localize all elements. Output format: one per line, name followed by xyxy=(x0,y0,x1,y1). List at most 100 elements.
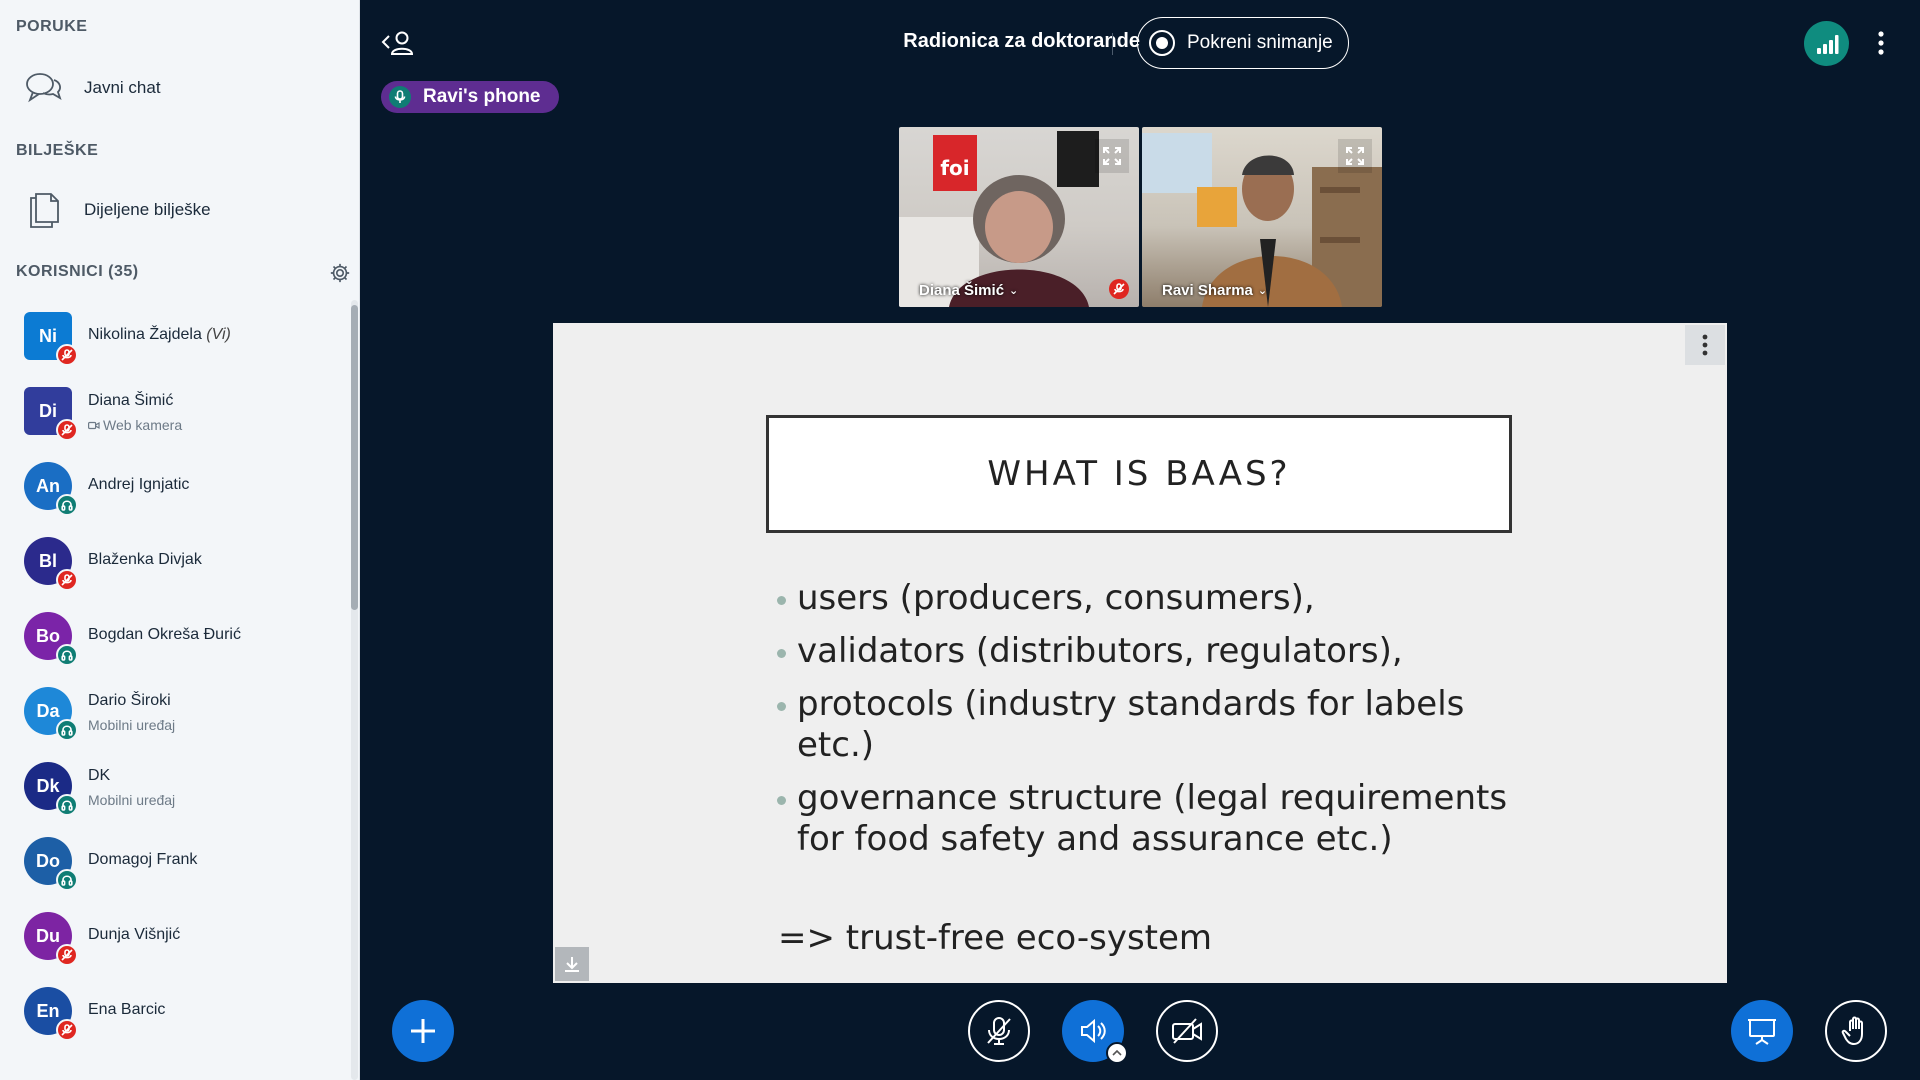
talking-indicator-name: Ravi's phone xyxy=(423,86,541,107)
hand-icon xyxy=(1841,1016,1863,1046)
video-name-ravi-label: Ravi Sharma xyxy=(1162,281,1253,299)
avatar: An xyxy=(24,462,78,516)
avatar: Ni xyxy=(24,312,78,366)
user-name: Dario Široki xyxy=(88,692,171,709)
user-name: Nikolina Žajdela (Vi) xyxy=(88,326,231,343)
avatar-initials: Dk xyxy=(36,775,60,796)
fullscreen-ravi-icon[interactable] xyxy=(1338,139,1372,173)
chevron-down-icon: ⌄ xyxy=(1257,284,1268,297)
user-list-item[interactable]: Du Dunja Višnjić xyxy=(0,900,350,975)
slide-conclusion: => trust-free eco-system xyxy=(778,918,1213,958)
slide-title: WHAT IS BAAS? xyxy=(766,415,1512,533)
avatar-initials: En xyxy=(36,1000,60,1021)
speaker-icon xyxy=(1081,1018,1106,1044)
toggle-userlist-icon[interactable] xyxy=(380,28,416,58)
meeting-title: Radionica za doktorande xyxy=(903,30,1140,52)
user-list-item[interactable]: Ni Nikolina Žajdela (Vi) xyxy=(0,300,350,375)
mute-microphone-button[interactable] xyxy=(968,1000,1030,1062)
avatar: Di xyxy=(24,387,78,441)
talking-indicator[interactable]: Ravi's phone xyxy=(381,81,559,113)
muted-microphone-icon xyxy=(56,1019,78,1041)
fullscreen-diana-icon[interactable] xyxy=(1095,139,1129,173)
user-name: DK xyxy=(88,767,111,784)
video-tile-ravi[interactable]: Ravi Sharma ⌄ xyxy=(1142,127,1382,307)
headphones-icon xyxy=(56,794,78,816)
audio-options-caret-icon[interactable] xyxy=(1106,1042,1128,1064)
video-tile-diana[interactable]: foi Diana Šimić ⌄ xyxy=(899,127,1139,307)
svg-text:foi: foi xyxy=(940,156,969,180)
user-status-text: Mobilni uređaj xyxy=(88,792,176,808)
avatar: En xyxy=(24,987,78,1041)
chevron-down-icon: ⌄ xyxy=(1009,284,1019,297)
avatar-initials: Da xyxy=(36,700,60,721)
camera-off-icon xyxy=(1172,1018,1202,1044)
user-name: Dunja Višnjić xyxy=(88,926,181,943)
sidebar: PORUKE Javni chat BILJEŠKE Dijeljene bil… xyxy=(0,0,360,1080)
headphones-icon xyxy=(56,719,78,741)
microphone-off-icon xyxy=(987,1017,1011,1045)
avatar: Bl xyxy=(24,537,78,591)
user-list-scrollbar-thumb[interactable] xyxy=(351,305,358,610)
options-menu-icon[interactable] xyxy=(1870,25,1892,61)
user-list-item[interactable]: An Andrej Ignjatic xyxy=(0,450,350,525)
actions-plus-button[interactable] xyxy=(392,1000,454,1062)
messages-section-title: PORUKE xyxy=(16,18,88,35)
notes-icon xyxy=(22,188,66,232)
user-name: Diana Šimić xyxy=(88,392,174,409)
user-list-item[interactable]: Do Domagoj Frank xyxy=(0,825,350,900)
share-webcam-button[interactable] xyxy=(1156,1000,1218,1062)
user-list-item[interactable]: Di Diana Šimić Web kamera xyxy=(0,375,350,450)
presentation-options-icon[interactable] xyxy=(1685,325,1725,365)
user-list-item[interactable]: Dk DK Mobilni uređaj xyxy=(0,750,350,825)
user-list-item[interactable]: Bl Blaženka Divjak xyxy=(0,525,350,600)
avatar: Dk xyxy=(24,762,78,816)
muted-microphone-icon xyxy=(56,344,78,366)
record-icon xyxy=(1149,30,1175,56)
muted-microphone-icon xyxy=(56,569,78,591)
user-name: Andrej Ignjatic xyxy=(88,476,190,493)
presentation-area[interactable]: WHAT IS BAAS? users (producers, consumer… xyxy=(553,323,1727,983)
user-name: Bogdan Okreša Đurić xyxy=(88,626,241,643)
slide-bullet: governance structure (legal requirements… xyxy=(775,778,1535,860)
slide-bullet-list: users (producers, consumers), validators… xyxy=(775,578,1535,872)
muted-microphone-icon xyxy=(1109,279,1129,299)
avatar-initials: Di xyxy=(39,400,57,421)
raise-hand-button[interactable] xyxy=(1825,1000,1887,1062)
user-name: Ena Barcic xyxy=(88,1001,166,1018)
users-section-title: KORISNICI (35) xyxy=(16,263,139,280)
avatar-initials: Ni xyxy=(39,325,57,346)
avatar-initials: Bl xyxy=(39,550,57,571)
user-list-item[interactable]: Bo Bogdan Okreša Đurić xyxy=(0,600,350,675)
public-chat-item[interactable]: Javni chat xyxy=(0,58,359,118)
avatar-initials: Du xyxy=(36,925,60,946)
shared-notes-item[interactable]: Dijeljene bilješke xyxy=(0,180,359,240)
connection-status-icon[interactable] xyxy=(1804,21,1849,66)
headphones-icon xyxy=(56,869,78,891)
avatar: Da xyxy=(24,687,78,741)
headphones-icon xyxy=(56,494,78,516)
slide-bullet: protocols (industry standards for labels… xyxy=(775,684,1535,766)
avatar: Du xyxy=(24,912,78,966)
plus-icon xyxy=(411,1019,435,1043)
download-icon[interactable] xyxy=(555,947,589,981)
headphones-icon xyxy=(56,644,78,666)
notes-section-title: BILJEŠKE xyxy=(16,142,99,159)
slide-bullet: validators (distributors, regulators), xyxy=(775,631,1535,672)
avatar-initials: Bo xyxy=(36,625,60,646)
webcam-icon xyxy=(88,417,100,433)
video-name-diana-label: Diana Šimić xyxy=(919,281,1005,299)
users-settings-gear-icon[interactable] xyxy=(327,260,353,286)
user-status-text: Web kamera xyxy=(88,417,182,433)
user-list-item[interactable]: En Ena Barcic xyxy=(0,975,350,1050)
presentation-button[interactable] xyxy=(1731,1000,1793,1062)
start-recording-label: Pokreni snimanje xyxy=(1187,32,1333,53)
title-separator xyxy=(1112,33,1113,55)
video-name-diana[interactable]: Diana Šimić ⌄ xyxy=(899,273,1028,307)
user-name: Blaženka Divjak xyxy=(88,551,202,568)
avatar: Bo xyxy=(24,612,78,666)
start-recording-button[interactable]: Pokreni snimanje xyxy=(1137,17,1349,69)
user-list-item[interactable]: Da Dario Široki Mobilni uređaj xyxy=(0,675,350,750)
avatar-initials: Do xyxy=(36,850,60,871)
public-chat-label: Javni chat xyxy=(84,78,161,97)
video-name-ravi[interactable]: Ravi Sharma ⌄ xyxy=(1142,273,1277,307)
